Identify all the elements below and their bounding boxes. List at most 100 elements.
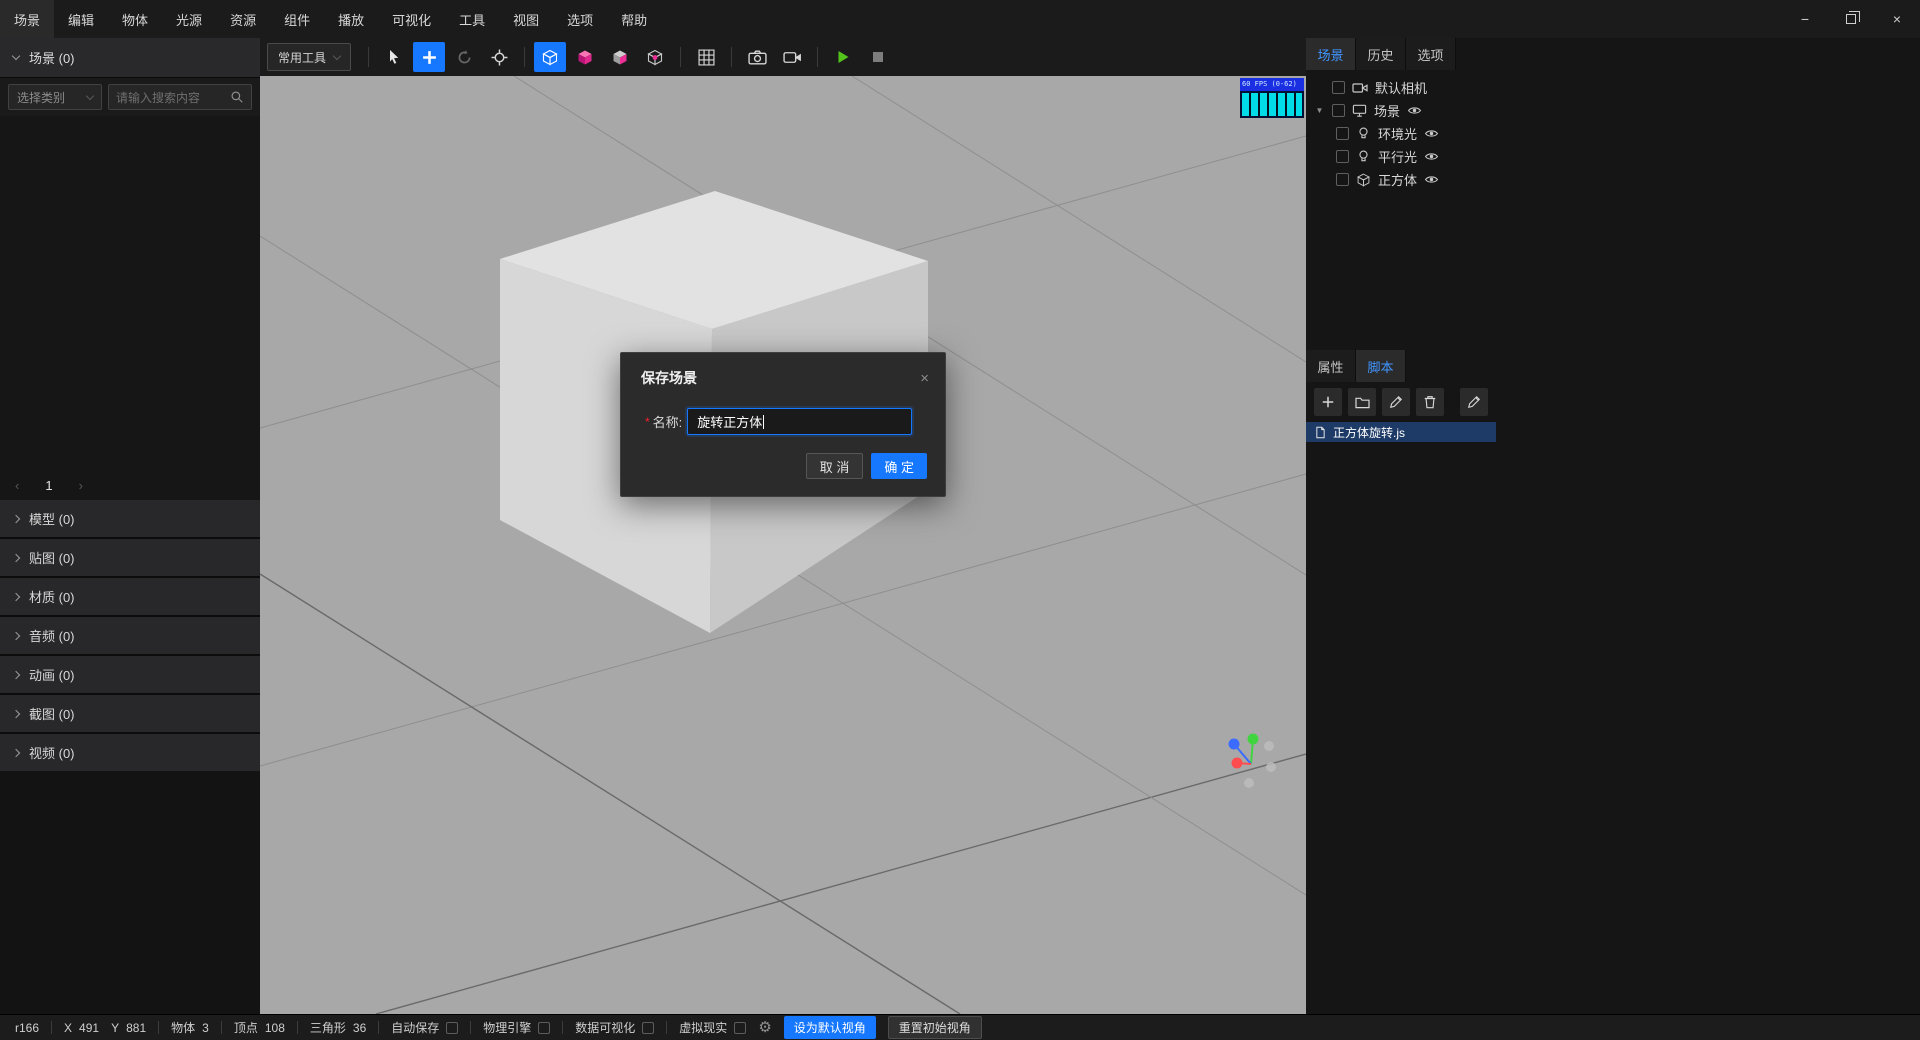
select-tool-button[interactable]: [378, 42, 410, 72]
close-button[interactable]: ×: [1874, 0, 1920, 38]
required-mark: *: [645, 414, 650, 429]
vr-toggle: 虚拟现实: [679, 1019, 747, 1036]
chevron-right-icon: [11, 748, 21, 757]
rename-script-button[interactable]: [1460, 388, 1488, 416]
vertex-count: 顶点 108: [234, 1019, 285, 1036]
menu-item-visualize[interactable]: 可视化: [378, 0, 445, 38]
vertex-mode-button[interactable]: [639, 42, 671, 72]
menu-item-view[interactable]: 视图: [499, 0, 553, 38]
tree-item-ambient-light[interactable]: 环境光: [1306, 122, 1920, 145]
menu-item-play[interactable]: 播放: [324, 0, 378, 38]
tab-scripts[interactable]: 脚本: [1356, 350, 1406, 382]
cube-faces-icon: [578, 50, 592, 65]
screenshot-button[interactable]: [741, 42, 773, 72]
reset-view-button[interactable]: 重置初始视角: [887, 1016, 982, 1039]
objects-label: 物体: [171, 1021, 196, 1035]
tree-item-default-camera[interactable]: 默认相机: [1306, 76, 1920, 99]
tree-item-scene[interactable]: ▼ 场景: [1306, 99, 1920, 122]
scene-name-input[interactable]: 旋转正方体: [687, 408, 913, 435]
vr-checkbox[interactable]: [734, 1021, 747, 1034]
edge-mode-button[interactable]: [604, 42, 636, 72]
dialog-close-button[interactable]: ×: [920, 371, 929, 386]
delete-script-button[interactable]: [1416, 388, 1444, 416]
physics-label: 物理引擎: [483, 1021, 532, 1035]
scene-name-value: 旋转正方体: [697, 415, 763, 430]
section-materials[interactable]: 材质 (0): [0, 578, 260, 615]
ok-button[interactable]: 确 定: [871, 453, 927, 479]
play-icon: [838, 51, 849, 63]
page-prev-button[interactable]: ‹: [15, 478, 19, 493]
menu-item-light[interactable]: 光源: [162, 0, 216, 38]
menu-item-component[interactable]: 组件: [270, 0, 324, 38]
face-mode-button[interactable]: [569, 42, 601, 72]
tree-checkbox[interactable]: [1336, 150, 1349, 163]
script-item-selected[interactable]: 正方体旋转.js: [1306, 422, 1496, 442]
set-default-view-button[interactable]: 设为默认视角: [783, 1016, 876, 1039]
cancel-button[interactable]: 取 消: [805, 453, 864, 479]
minimize-button[interactable]: −: [1782, 0, 1828, 38]
section-screenshots[interactable]: 截图 (0): [0, 695, 260, 732]
tree-checkbox[interactable]: [1336, 173, 1349, 186]
edit-script-button[interactable]: [1382, 388, 1410, 416]
visibility-eye-icon[interactable]: [1407, 105, 1422, 116]
section-animations[interactable]: 动画 (0): [0, 656, 260, 693]
search-input[interactable]: 请输入搜索内容: [108, 84, 252, 110]
page-next-button[interactable]: ›: [79, 478, 83, 493]
record-video-button[interactable]: [776, 42, 808, 72]
menu-item-scene[interactable]: 场景: [0, 0, 55, 38]
pagination: ‹ 1 ›: [0, 470, 260, 500]
visibility-eye-icon[interactable]: [1424, 151, 1439, 162]
autosave-checkbox[interactable]: [446, 1021, 459, 1034]
tab-options[interactable]: 选项: [1406, 38, 1456, 70]
visibility-eye-icon[interactable]: [1424, 174, 1439, 185]
tree-checkbox[interactable]: [1332, 81, 1345, 94]
add-script-button[interactable]: [1314, 388, 1342, 416]
statusbar-separator: [666, 1021, 668, 1034]
tree-checkbox[interactable]: [1336, 127, 1349, 140]
grid-toggle-button[interactable]: [690, 42, 722, 72]
rotate-tool-button[interactable]: [448, 42, 480, 72]
stop-button[interactable]: [862, 42, 894, 72]
axis-gizmo[interactable]: [1222, 728, 1286, 792]
data-visualization-checkbox[interactable]: [642, 1021, 655, 1034]
common-tools-label: 常用工具: [278, 50, 327, 65]
visibility-eye-icon[interactable]: [1424, 128, 1439, 139]
section-models[interactable]: 模型 (0): [0, 500, 260, 537]
physics-checkbox[interactable]: [538, 1021, 551, 1034]
assets-panel: 场景 (0) 选择类别 请输入搜索内容 ‹ 1 › 模型 (0) 贴图 (0) …: [0, 38, 260, 1014]
menu-item-assets[interactable]: 资源: [216, 0, 270, 38]
tree-item-cube[interactable]: 正方体: [1306, 168, 1920, 191]
statusbar-separator: [51, 1021, 53, 1034]
menu-item-options[interactable]: 选项: [553, 0, 607, 38]
tab-history[interactable]: 历史: [1356, 38, 1406, 70]
category-select[interactable]: 选择类别: [8, 84, 102, 110]
section-audio[interactable]: 音频 (0): [0, 617, 260, 654]
tree-checkbox[interactable]: [1332, 104, 1345, 117]
open-folder-button[interactable]: [1348, 388, 1376, 416]
settings-gear-button[interactable]: ⚙: [758, 1020, 771, 1035]
menu-item-tools[interactable]: 工具: [445, 0, 499, 38]
expand-caret-icon[interactable]: ▼: [1314, 106, 1325, 115]
restore-button[interactable]: [1828, 0, 1874, 38]
menu-item-object[interactable]: 物体: [108, 0, 162, 38]
tree-item-directional-light[interactable]: 平行光: [1306, 145, 1920, 168]
section-videos[interactable]: 视频 (0): [0, 734, 260, 771]
statusbar-separator: [296, 1021, 298, 1034]
scene-assets-header[interactable]: 场景 (0): [0, 38, 260, 78]
tab-properties[interactable]: 属性: [1306, 350, 1356, 382]
menu-item-help[interactable]: 帮助: [607, 0, 661, 38]
mesh-mode-button[interactable]: [534, 42, 567, 72]
focus-tool-button[interactable]: [483, 42, 515, 72]
physics-toggle: 物理引擎: [483, 1019, 551, 1036]
tab-scene[interactable]: 场景: [1306, 38, 1356, 70]
section-label: 视频 (0): [29, 746, 75, 761]
translate-tool-button[interactable]: [413, 42, 446, 72]
fps-meter[interactable]: 60 FPS (0-62): [1240, 78, 1304, 118]
viewport-canvas[interactable]: 60 FPS (0-62): [260, 76, 1306, 1014]
play-button[interactable]: [827, 42, 859, 72]
common-tools-dropdown[interactable]: 常用工具: [267, 43, 352, 71]
search-icon[interactable]: [230, 90, 244, 104]
autosave-label: 自动保存: [391, 1021, 440, 1035]
menu-item-edit[interactable]: 编辑: [54, 0, 108, 38]
section-textures[interactable]: 贴图 (0): [0, 539, 260, 576]
